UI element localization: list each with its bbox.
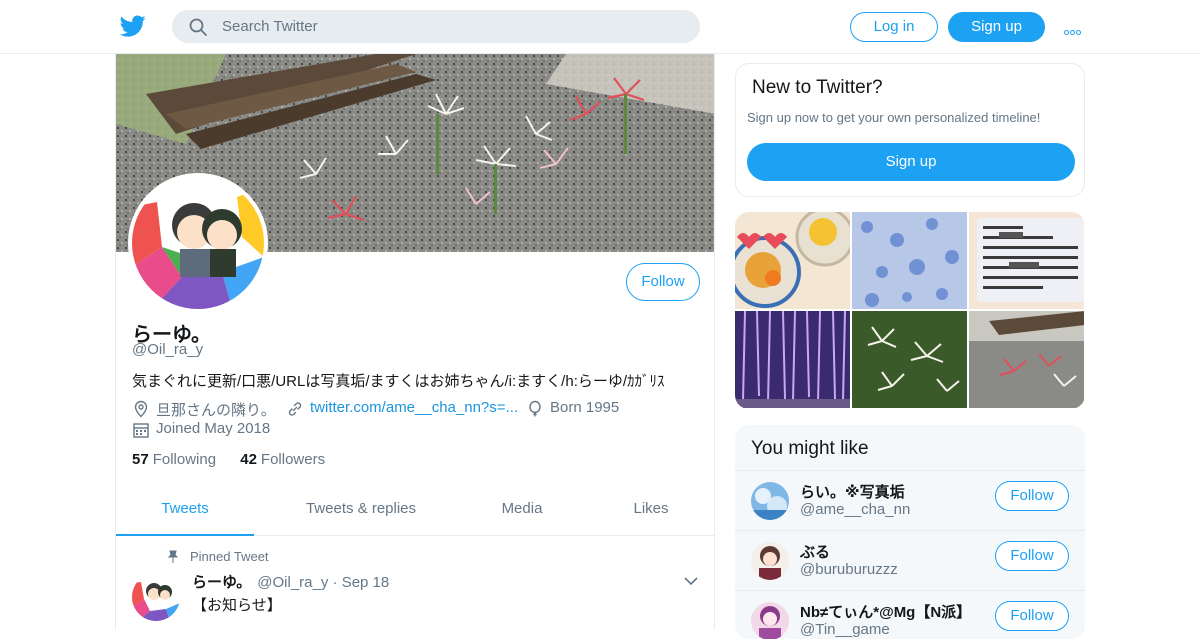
suggestion-avatar[interactable] <box>751 482 789 520</box>
tab-media[interactable]: Media <box>486 484 558 536</box>
tweet-date[interactable]: Sep 18 <box>342 574 390 591</box>
follow-button[interactable]: Follow <box>626 263 700 301</box>
signup-button[interactable]: Sign up <box>948 12 1045 42</box>
suggestion-follow-button[interactable]: Follow <box>995 541 1069 571</box>
suggestion-name[interactable]: Nb≠てぃん*@Mg【N派】 <box>800 601 971 622</box>
login-button[interactable]: Log in <box>850 12 938 42</box>
top-navigation-bar: Log in Sign up <box>0 0 1200 54</box>
gallery-photo[interactable] <box>969 212 1084 309</box>
more-options-icon[interactable] <box>1064 22 1086 35</box>
profile-handle[interactable]: @Oil_ra_y <box>132 341 203 358</box>
followers-stat[interactable]: 42 Followers <box>240 451 325 468</box>
suggestion-handle[interactable]: @ame__cha_nn <box>800 501 910 518</box>
tweet-text: 【お知らせ】 <box>192 597 282 614</box>
website-link[interactable]: twitter.com/ame__cha_nn?s=... <box>310 399 518 416</box>
profile-bio: 気まぐれに更新/口悪/URLは写真垢/ますくはお姉ちゃん/i:ますく/h:らーゆ… <box>132 373 665 390</box>
signup-card: New to Twitter? Sign up now to get your … <box>735 63 1085 197</box>
signup-card-text: Sign up now to get your own personalized… <box>747 110 1041 125</box>
suggestion-name[interactable]: らい。※写真垢 <box>800 481 905 502</box>
link-icon <box>288 402 302 416</box>
birth-text: Born 1995 <box>550 399 620 416</box>
tweet-avatar[interactable] <box>132 573 180 621</box>
location-pin-icon <box>134 400 148 418</box>
profile-tabs: Tweets Tweets & replies Media Likes <box>116 484 714 536</box>
website-meta[interactable]: twitter.com/ame__cha_nn?s=... <box>286 399 518 416</box>
tweet-author-name[interactable]: らーゆ。 <box>192 574 251 591</box>
joined-meta: Joined May 2018 <box>132 420 271 438</box>
search-input[interactable] <box>222 10 682 43</box>
gallery-photo[interactable] <box>735 311 850 408</box>
balloon-icon <box>529 400 541 417</box>
suggestion-row[interactable]: ぶる @buruburuzzz Follow <box>735 530 1085 590</box>
gallery-photo[interactable] <box>969 311 1084 408</box>
tab-tweets-replies[interactable]: Tweets & replies <box>279 484 443 536</box>
suggestion-follow-button[interactable]: Follow <box>995 481 1069 511</box>
location-text: 旦那さんの隣り。 <box>156 402 276 419</box>
sidebar-signup-button[interactable]: Sign up <box>747 143 1075 181</box>
suggestion-follow-button[interactable]: Follow <box>995 601 1069 631</box>
pinned-indicator: Pinned Tweet <box>166 549 269 564</box>
search-bar[interactable] <box>172 10 700 43</box>
pin-icon <box>167 550 179 563</box>
location-meta: 旦那さんの隣り。 <box>132 399 276 420</box>
signup-card-title: New to Twitter? <box>752 77 883 98</box>
tab-tweets[interactable]: Tweets <box>116 484 254 536</box>
search-icon <box>189 18 207 36</box>
who-to-follow-title: You might like <box>751 438 869 459</box>
suggestion-avatar[interactable] <box>751 542 789 580</box>
suggestion-row[interactable]: Nb≠てぃん*@Mg【N派】 @Tin__game Follow <box>735 590 1085 639</box>
media-gallery <box>735 212 1085 409</box>
profile-avatar[interactable] <box>128 173 268 313</box>
who-to-follow-card: You might like らい。※写真垢 @ame__cha_nn Foll… <box>735 425 1085 639</box>
tweet-separator: · <box>332 574 338 591</box>
chevron-down-icon[interactable] <box>684 576 698 586</box>
calendar-icon <box>133 423 149 438</box>
joined-text: Joined May 2018 <box>156 420 271 437</box>
suggestion-name[interactable]: ぶる <box>800 541 830 562</box>
birth-meta: Born 1995 <box>526 399 620 417</box>
suggestion-handle[interactable]: @buruburuzzz <box>800 561 898 578</box>
suggestion-avatar[interactable] <box>751 602 789 639</box>
tweet-header: らーゆ。 @Oil_ra_y · Sep 18 <box>192 571 389 592</box>
tweet-author-handle[interactable]: @Oil_ra_y <box>257 574 328 591</box>
gallery-photo[interactable] <box>852 311 967 408</box>
profile-column: Follow らーゆ。 @Oil_ra_y 気まぐれに更新/口悪/URLは写真垢… <box>115 54 715 630</box>
gallery-photo[interactable] <box>735 212 850 309</box>
following-stat[interactable]: 57 Following <box>132 451 216 468</box>
suggestion-row[interactable]: らい。※写真垢 @ame__cha_nn Follow <box>735 470 1085 530</box>
profile-stats: 57 Following 42 Followers <box>132 451 345 468</box>
twitter-bird-icon[interactable] <box>120 13 146 39</box>
tab-likes[interactable]: Likes <box>621 484 681 536</box>
gallery-photo[interactable] <box>852 212 967 309</box>
